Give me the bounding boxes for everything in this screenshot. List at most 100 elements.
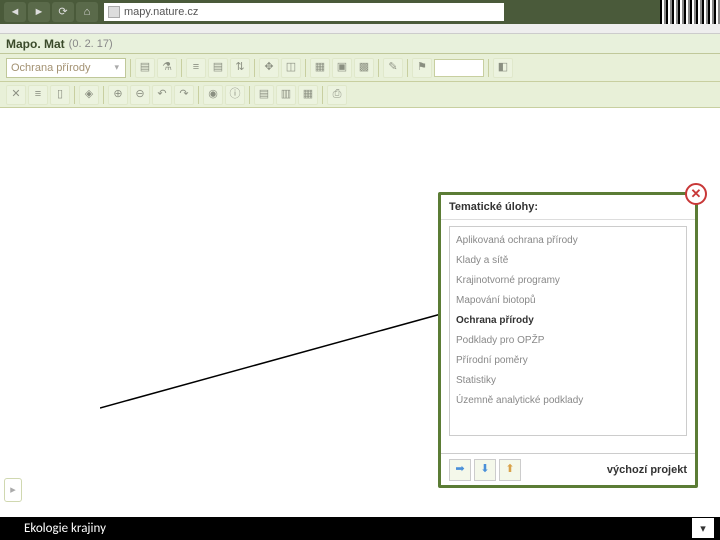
clear-button[interactable]: ✕ [6, 85, 26, 105]
info-button[interactable]: ⓘ [225, 85, 245, 105]
edit-icon: ✎ [388, 62, 397, 73]
reload-button[interactable]: ⟳ [52, 2, 74, 22]
tool-button[interactable]: ▥ [276, 85, 296, 105]
toolbar-secondary: ✕ ≡ ▯ ◈ ⊕ ⊖ ↶ ↷ ◉ ⓘ ▤ ▥ ▦ ⎙ [0, 82, 720, 108]
app-title-bar: Mapo. Mat (0. 2. 17) [0, 34, 720, 54]
close-icon: ✕ [691, 186, 702, 202]
list-item[interactable]: Statistiky [450, 371, 686, 391]
separator [130, 59, 131, 77]
tool-button[interactable]: ▩ [354, 58, 374, 78]
footer-bar: Ekologie krajiny ▾ [0, 517, 720, 540]
home-button[interactable]: ⌂ [76, 2, 98, 22]
tool-button[interactable]: ≡ [186, 58, 206, 78]
list-item[interactable]: Podklady pro OPŽP [450, 331, 686, 351]
url-text: mapy.nature.cz [124, 6, 198, 18]
reload-icon: ⟳ [58, 7, 67, 18]
tool-button[interactable]: ▦ [310, 58, 330, 78]
themes-list: Aplikovaná ochrana přírody Klady a sítě … [449, 226, 687, 436]
list-icon: ≡ [193, 62, 199, 73]
footer-action-button[interactable]: ⬇ [474, 459, 496, 481]
separator [322, 86, 323, 104]
tool-button[interactable]: ▤ [135, 58, 155, 78]
expand-icon: ▸ [10, 485, 16, 496]
tool-button[interactable]: ▤ [208, 58, 228, 78]
tool-button[interactable]: ✥ [259, 58, 279, 78]
import-icon: ⬇ [480, 464, 489, 475]
handle-icon: ▾ [700, 522, 706, 535]
tool-button[interactable]: ⚑ [412, 58, 432, 78]
sort-icon: ⇅ [235, 62, 244, 73]
tool-button[interactable]: ◉ [203, 85, 223, 105]
expand-sidebar-button[interactable]: ▸ [4, 478, 22, 502]
back-button[interactable]: ◄ [4, 2, 26, 22]
tool-button[interactable]: ◫ [281, 58, 301, 78]
tool-button[interactable]: ⇅ [230, 58, 250, 78]
default-project-link[interactable]: výchozí projekt [607, 464, 687, 476]
layers-icon: ▤ [259, 89, 269, 100]
page-icon [108, 6, 120, 18]
zoom-in-icon: ⊕ [113, 89, 122, 100]
chevron-left-icon: ◄ [10, 7, 21, 18]
zoom-out-icon: ⊖ [135, 89, 144, 100]
tabs-strip [0, 24, 720, 34]
dialog-title: Tematické úlohy: [441, 195, 695, 220]
list-item[interactable]: Aplikovaná ochrana přírody [450, 231, 686, 251]
tool-button[interactable]: ≡ [28, 85, 48, 105]
tool-button[interactable]: ✎ [383, 58, 403, 78]
tool-button[interactable]: ↷ [174, 85, 194, 105]
close-tool-icon: ◧ [498, 62, 508, 73]
crop-icon: ◫ [286, 62, 296, 73]
separator [249, 86, 250, 104]
tool-button[interactable]: ⎙ [327, 85, 347, 105]
x-icon: ✕ [11, 89, 20, 100]
list-item-selected[interactable]: Ochrana přírody [450, 311, 686, 331]
print-icon: ⎙ [333, 89, 342, 100]
tool-button[interactable]: ↶ [152, 85, 172, 105]
address-bar[interactable]: mapy.nature.cz [104, 3, 504, 21]
chevron-right-icon: ► [34, 7, 45, 18]
dialog-footer: ➡ ⬇ ⬆ výchozí projekt [441, 453, 695, 485]
list-item[interactable]: Klady a sítě [450, 251, 686, 271]
tool-button[interactable]: ⚗ [157, 58, 177, 78]
table-icon: ▦ [303, 89, 313, 100]
tool-button[interactable]: ◈ [79, 85, 99, 105]
filter2-icon: ▤ [213, 62, 223, 73]
footer-action-button[interactable]: ⬆ [499, 459, 521, 481]
separator [254, 59, 255, 77]
tool2-icon: ▣ [337, 62, 347, 73]
decorative-pattern [660, 0, 720, 24]
theme-dropdown[interactable]: Ochrana přírody [6, 58, 126, 78]
list-item[interactable]: Územně analytické podklady [450, 391, 686, 411]
zoom-out-button[interactable]: ⊖ [130, 85, 150, 105]
theme-dropdown-label: Ochrana přírody [11, 62, 90, 74]
arrow-right-icon: ➡ [455, 464, 464, 475]
filter-icon: ⚗ [162, 62, 172, 73]
undo-icon: ↶ [157, 89, 166, 100]
list-item[interactable]: Přírodní poměry [450, 351, 686, 371]
tool1-icon: ▦ [315, 62, 325, 73]
separator [488, 59, 489, 77]
toolbar-input[interactable] [434, 59, 484, 77]
redo-icon: ↷ [179, 89, 188, 100]
themes-dialog: ✕ Tematické úlohy: Aplikovaná ochrana př… [438, 192, 698, 488]
tool-button[interactable]: ▣ [332, 58, 352, 78]
info-icon: ⓘ [230, 89, 241, 100]
globe-icon: ◉ [208, 89, 218, 100]
control-icon: ◈ [85, 89, 93, 100]
app-name: Mapo. Mat [6, 37, 65, 51]
tool-button[interactable]: ▯ [50, 85, 70, 105]
export-icon: ⬆ [505, 464, 514, 475]
zoom-in-button[interactable]: ⊕ [108, 85, 128, 105]
list-item[interactable]: Krajinotvorné programy [450, 271, 686, 291]
footer-handle[interactable]: ▾ [692, 518, 714, 538]
footer-action-button[interactable]: ➡ [449, 459, 471, 481]
tool-button[interactable]: ▦ [298, 85, 318, 105]
tool-button[interactable]: ▤ [254, 85, 274, 105]
tool-button[interactable]: ◧ [493, 58, 513, 78]
dialog-close-button[interactable]: ✕ [685, 183, 707, 205]
forward-button[interactable]: ► [28, 2, 50, 22]
tag-icon: ⚑ [417, 62, 427, 73]
list-item[interactable]: Mapování biotopů [450, 291, 686, 311]
toolbar-primary: Ochrana přírody ▤ ⚗ ≡ ▤ ⇅ ✥ ◫ ▦ ▣ ▩ ✎ ⚑ … [0, 54, 720, 82]
separator [305, 59, 306, 77]
